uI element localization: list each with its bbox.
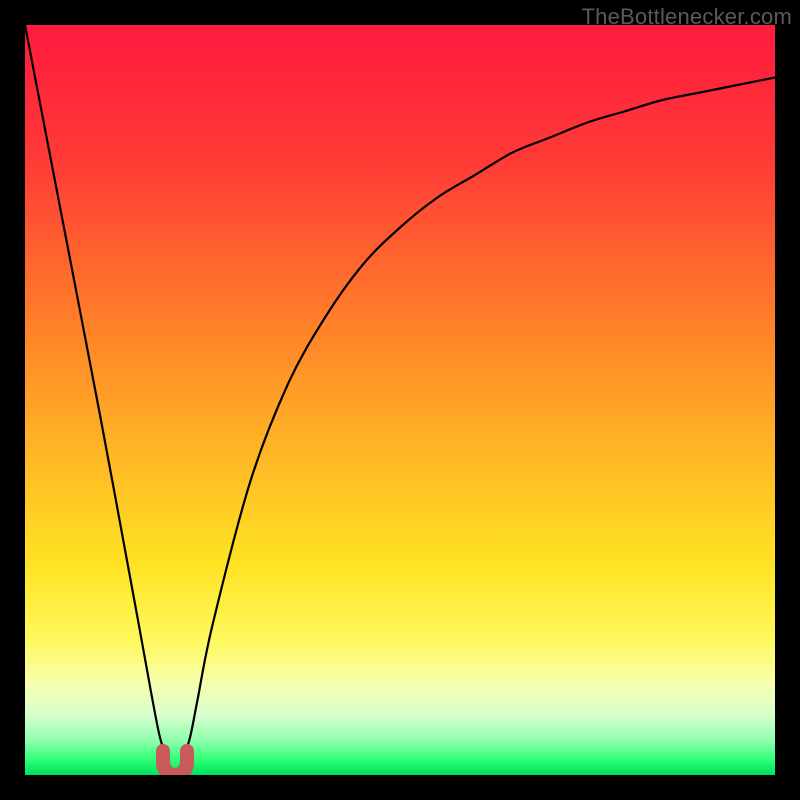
bottleneck-curve (25, 25, 775, 775)
optimal-marker (163, 751, 187, 775)
plot-area (25, 25, 775, 775)
chart-frame: TheBottlenecker.com (0, 0, 800, 800)
